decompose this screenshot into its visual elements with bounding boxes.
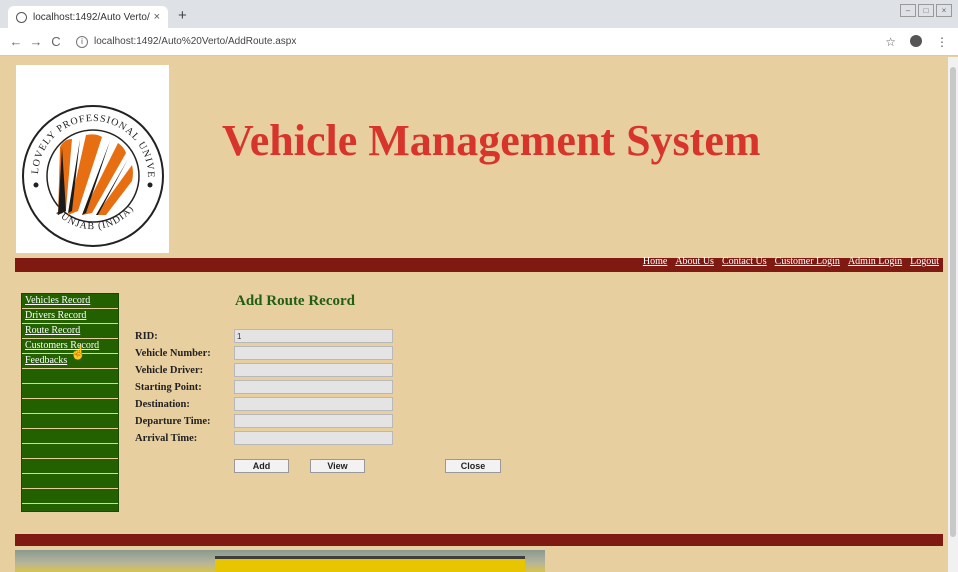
nav-link-home[interactable]: Home — [643, 256, 667, 267]
page-content: LOVELY PROFESSIONAL UNIVERSITY PUNJAB (I… — [0, 57, 948, 572]
sidebar-empty-row — [22, 414, 118, 429]
new-tab-button[interactable]: + — [178, 7, 187, 24]
sidebar-empty-row — [22, 384, 118, 399]
sidebar-item-drivers-record: Drivers Record — [22, 309, 118, 324]
nav-link-about-us[interactable]: About Us — [675, 256, 714, 267]
bus-image — [215, 556, 525, 572]
sidebar-item-vehicles-record: Vehicles Record — [22, 294, 118, 309]
close-window-icon[interactable]: × — [936, 4, 952, 17]
field-label: Vehicle Driver: — [135, 364, 204, 376]
maximize-icon[interactable]: □ — [918, 4, 934, 17]
address-bar[interactable]: localhost:1492/Auto%20Verto/AddRoute.asp… — [94, 36, 296, 47]
hand-cursor-icon: ☝ — [70, 345, 87, 360]
menu-icon[interactable]: ⋮ — [936, 35, 948, 49]
sidebar-empty-row — [22, 489, 118, 504]
field-input-departure-time[interactable] — [234, 414, 393, 428]
form-row: Arrival Time: — [135, 431, 393, 445]
logo-emblem-icon: LOVELY PROFESSIONAL UNIVERSITY PUNJAB (I… — [20, 103, 164, 247]
form-row: Starting Point: — [135, 380, 393, 394]
view-button[interactable]: View — [310, 459, 365, 473]
browser-tab-bar: localhost:1492/Auto Verto/AddR × + – □ × — [0, 0, 958, 28]
field-label: Vehicle Number: — [135, 347, 211, 359]
bookmark-star-icon[interactable]: ☆ — [885, 35, 896, 49]
sidebar-empty-row — [22, 399, 118, 414]
form-row: RID: — [135, 329, 393, 343]
sidebar-link[interactable]: Customers Record — [25, 340, 99, 351]
account-icon[interactable] — [910, 35, 922, 47]
sidebar-link[interactable]: Vehicles Record — [25, 295, 90, 306]
add-button[interactable]: Add — [234, 459, 289, 473]
university-logo: LOVELY PROFESSIONAL UNIVERSITY PUNJAB (I… — [16, 65, 169, 253]
nav-link-contact-us[interactable]: Contact Us — [722, 256, 767, 267]
field-label: RID: — [135, 330, 158, 342]
close-button[interactable]: Close — [445, 459, 501, 473]
sidebar-link[interactable]: Drivers Record — [25, 310, 86, 321]
sidebar-item-route-record: Route Record — [22, 324, 118, 339]
sidebar-empty-row — [22, 459, 118, 474]
minimize-icon[interactable]: – — [900, 4, 916, 17]
field-input-arrival-time[interactable] — [234, 431, 393, 445]
window-controls: – □ × — [900, 4, 952, 17]
field-label: Destination: — [135, 398, 190, 410]
browser-tab[interactable]: localhost:1492/Auto Verto/AddR × — [8, 6, 168, 28]
form-row: Destination: — [135, 397, 393, 411]
sidebar-empty-row — [22, 474, 118, 489]
bus-photo — [15, 550, 545, 572]
info-icon[interactable]: i — [76, 35, 88, 48]
tab-close-icon[interactable]: × — [154, 11, 160, 23]
field-input-rid[interactable] — [234, 329, 393, 343]
sidebar-link[interactable]: Feedbacks — [25, 355, 67, 366]
field-input-destination[interactable] — [234, 397, 393, 411]
sidebar-link[interactable]: Route Record — [25, 325, 80, 336]
page-scrollbar[interactable] — [948, 57, 958, 572]
form-row: Departure Time: — [135, 414, 393, 428]
browser-toolbar: ← → C i localhost:1492/Auto%20Verto/AddR… — [0, 28, 958, 56]
field-input-vehicle-number[interactable] — [234, 346, 393, 360]
sidebar-empty-row — [22, 369, 118, 384]
nav-links: Home About Us Contact Us Customer Login Admi… — [643, 256, 939, 267]
reload-button[interactable]: C — [46, 34, 66, 49]
back-button[interactable]: ← — [6, 34, 26, 49]
side-menu: Vehicles Record Drivers Record Route Recor… — [21, 293, 119, 512]
toolbar-actions: ☆ ⋮ — [885, 35, 948, 49]
footer-bar — [15, 534, 943, 546]
nav-link-customer-login[interactable]: Customer Login — [775, 256, 840, 267]
nav-link-logout[interactable]: Logout — [910, 256, 939, 267]
sidebar-empty-row — [22, 444, 118, 459]
field-label: Arrival Time: — [135, 432, 198, 444]
nav-link-admin-login[interactable]: Admin Login — [848, 256, 902, 267]
field-input-starting-point[interactable] — [234, 380, 393, 394]
field-label: Starting Point: — [135, 381, 202, 393]
field-label: Departure Time: — [135, 415, 211, 427]
sidebar-empty-row — [22, 429, 118, 444]
form-row: Vehicle Driver: — [135, 363, 393, 377]
globe-icon — [16, 11, 27, 23]
field-input-vehicle-driver[interactable] — [234, 363, 393, 377]
form-title: Add Route Record — [235, 293, 355, 309]
site-title: Vehicle Management System — [222, 116, 761, 165]
scrollbar-thumb[interactable] — [950, 67, 956, 537]
tab-title: localhost:1492/Auto Verto/AddR — [33, 11, 150, 23]
form-row: Vehicle Number: — [135, 346, 393, 360]
forward-button[interactable]: → — [26, 34, 46, 49]
top-navbar: Home About Us Contact Us Customer Login Admi… — [15, 256, 943, 272]
